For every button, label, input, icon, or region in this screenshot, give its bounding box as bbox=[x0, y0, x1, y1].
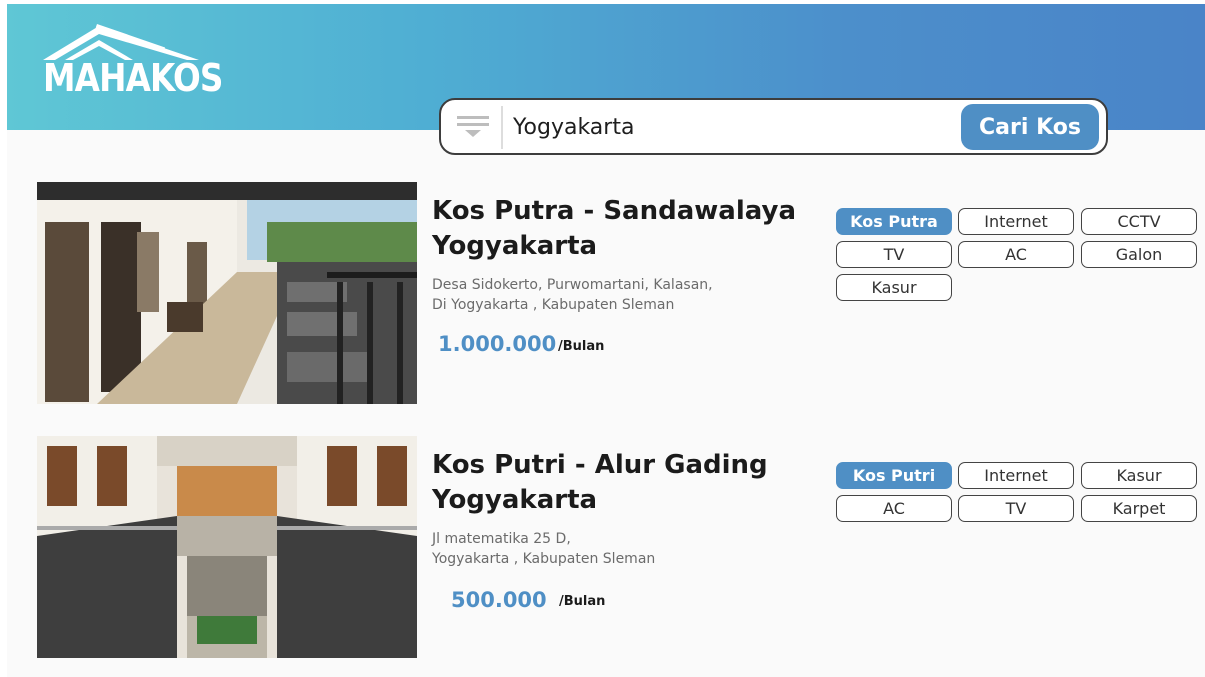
listing-title-line2: Yogyakarta bbox=[432, 485, 598, 515]
search-button[interactable]: Cari Kos bbox=[961, 104, 1099, 150]
listing-title-line2: Yogyakarta bbox=[432, 231, 598, 261]
listing-photo[interactable] bbox=[37, 436, 417, 658]
listing-title[interactable]: Kos Putri - Alur Gading Yogyakarta bbox=[432, 448, 822, 518]
listing-address-line1: Jl matematika 25 D, bbox=[432, 531, 571, 547]
brand-logo[interactable]: MAHAKOS bbox=[41, 22, 223, 104]
tag-facility: Galon bbox=[1081, 241, 1197, 268]
tag-facility: Karpet bbox=[1081, 495, 1197, 522]
listing-photo-image bbox=[37, 182, 417, 404]
tag-facility: Internet bbox=[958, 208, 1074, 235]
tag-facility: TV bbox=[958, 495, 1074, 522]
listing-price-unit: /Bulan bbox=[559, 594, 606, 609]
tag-facility: AC bbox=[836, 495, 952, 522]
listing-price: 500.000 bbox=[451, 588, 547, 612]
tag-type: Kos Putri bbox=[836, 462, 952, 489]
filter-button[interactable] bbox=[449, 106, 501, 148]
page: MAHAKOS Cari Kos bbox=[7, 4, 1205, 677]
tag-type: Kos Putra bbox=[836, 208, 952, 235]
listing-address-line2: Yogyakarta , Kabupaten Sleman bbox=[432, 551, 656, 567]
listing-title[interactable]: Kos Putra - Sandawalaya Yogyakarta bbox=[432, 194, 822, 264]
listing-address-line2: Di Yogyakarta , Kabupaten Sleman bbox=[432, 297, 675, 313]
listing-price-unit: /Bulan bbox=[558, 339, 605, 354]
tag-facility: Internet bbox=[958, 462, 1074, 489]
brand-name: MAHAKOS bbox=[43, 56, 223, 100]
search-bar: Cari Kos bbox=[439, 98, 1108, 155]
listing-price: 1.000.000 bbox=[438, 332, 557, 356]
tag-facility: Kasur bbox=[1081, 462, 1197, 489]
tag-facility: Kasur bbox=[836, 274, 952, 301]
listing-photo[interactable] bbox=[37, 182, 417, 404]
listing-address: Jl matematika 25 D, Yogyakarta , Kabupat… bbox=[432, 529, 822, 569]
listing-title-line1: Kos Putri - Alur Gading bbox=[432, 450, 768, 480]
tag-facility: CCTV bbox=[1081, 208, 1197, 235]
search-divider bbox=[501, 106, 503, 149]
search-input[interactable] bbox=[513, 108, 953, 146]
listing-photo-image bbox=[37, 436, 417, 658]
listing-address: Desa Sidokerto, Purwomartani, Kalasan, D… bbox=[432, 275, 822, 315]
tag-facility: TV bbox=[836, 241, 952, 268]
tag-facility: AC bbox=[958, 241, 1074, 268]
listing-title-line1: Kos Putra - Sandawalaya bbox=[432, 196, 796, 226]
listing-address-line1: Desa Sidokerto, Purwomartani, Kalasan, bbox=[432, 277, 713, 293]
filter-icon bbox=[457, 116, 489, 137]
